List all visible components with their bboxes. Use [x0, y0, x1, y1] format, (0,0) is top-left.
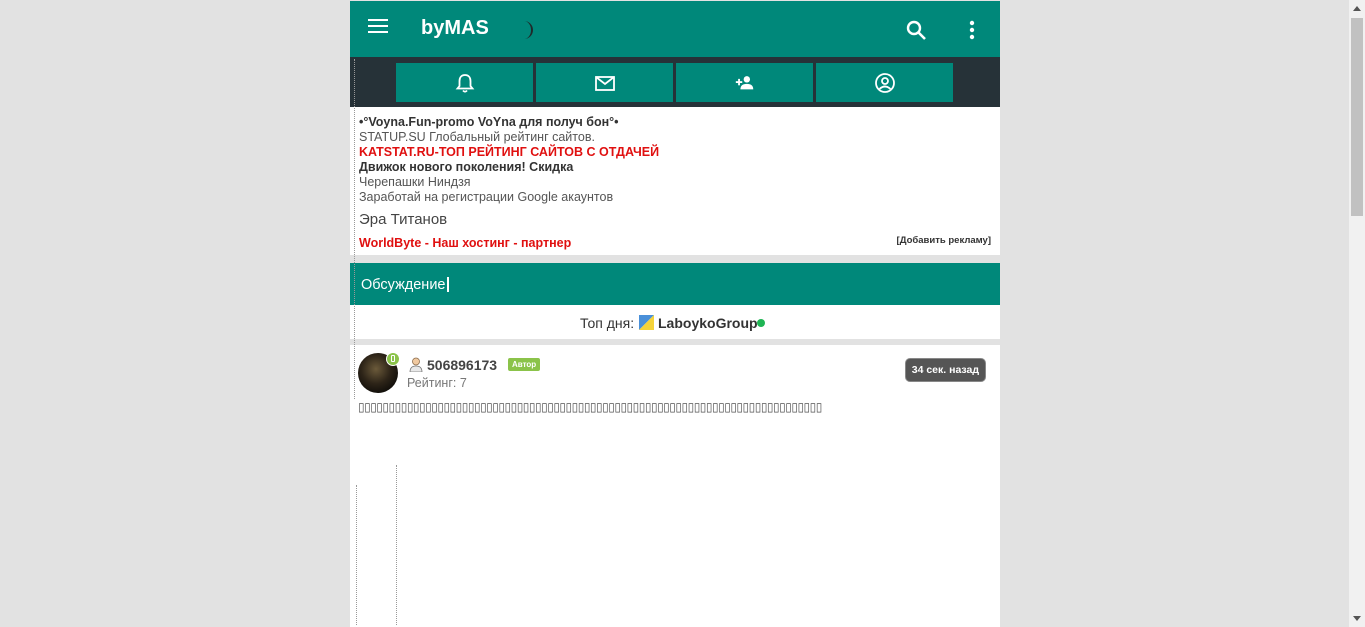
scrollbar[interactable] — [1349, 0, 1365, 627]
ad-link[interactable]: WorldByte - Наш хостинг - партнер — [359, 236, 571, 250]
scrollbar-thumb[interactable] — [1351, 18, 1363, 216]
username[interactable]: 506896173 — [427, 357, 497, 373]
ad-link[interactable]: Черепашки Ниндзя — [359, 175, 471, 189]
discussion-header: Обсуждение — [350, 263, 1000, 305]
ad-link[interactable]: •°Voyna.Fun-promo VoYna для получ бон°• — [359, 115, 619, 129]
text-cursor — [447, 277, 449, 292]
dotted-line — [354, 59, 355, 399]
top-of-day: Топ дня: LaboykoGroup — [350, 305, 1000, 340]
ad-link[interactable]: STATUP.SU Глобальный рейтинг сайтов. — [359, 130, 595, 144]
scroll-up-arrow[interactable] — [1353, 6, 1361, 11]
dotted-line — [396, 465, 397, 625]
post-time: 34 сек. назад — [904, 358, 986, 382]
ads-block: •°Voyna.Fun-promo VoYna для получ бон°• … — [350, 107, 1000, 255]
friends-button[interactable] — [676, 63, 813, 102]
author-badge: Автор — [508, 358, 541, 371]
divider — [350, 255, 1000, 263]
online-dot — [757, 319, 765, 327]
menu-icon[interactable] — [368, 19, 388, 39]
notifications-button[interactable] — [396, 63, 533, 102]
post-text: ▯▯▯▯▯▯▯▯▯▯▯▯▯▯▯▯▯▯▯▯▯▯▯▯▯▯▯▯▯▯▯▯▯▯▯▯▯▯▯▯… — [358, 400, 822, 414]
scroll-down-arrow[interactable] — [1353, 616, 1361, 621]
add-friend-icon — [735, 75, 753, 89]
group-flag-icon — [639, 315, 654, 330]
search-icon[interactable] — [905, 19, 927, 41]
messages-button[interactable] — [536, 63, 673, 102]
nav-bar — [350, 57, 1000, 107]
site-logo[interactable]: byMAS — [421, 17, 489, 40]
account-button[interactable] — [816, 63, 953, 102]
more-vert-icon[interactable] — [963, 19, 981, 41]
mobile-icon — [386, 352, 400, 366]
discussion-title: Обсуждение — [361, 277, 446, 293]
user-icon — [409, 357, 423, 372]
app-container: byMAS •°Voyna.Fun-promo VoYna для получ … — [350, 1, 1000, 627]
add-ad-link[interactable]: [Добавить рекламу] — [897, 235, 991, 246]
ad-link[interactable]: Движок нового поколения! Скидка — [359, 160, 573, 174]
bell-icon — [455, 73, 474, 93]
account-icon — [874, 72, 895, 93]
top-bar: byMAS — [350, 1, 1000, 57]
top-day-name[interactable]: LaboykoGroup — [658, 315, 758, 331]
dotted-line — [356, 485, 357, 625]
top-day-label: Топ дня: — [580, 315, 635, 331]
post-card: 506896173 Автор Рейтинг: 7 34 сек. назад… — [350, 345, 1000, 627]
user-rating: Рейтинг: 7 — [407, 376, 467, 390]
moon-icon[interactable] — [516, 20, 536, 40]
ad-link[interactable]: KATSTAT.RU-ТОП РЕЙТИНГ САЙТОВ С ОТДАЧЕЙ — [359, 145, 659, 159]
mail-icon — [594, 75, 615, 91]
ad-link[interactable]: Эра Титанов — [359, 211, 447, 228]
ad-link[interactable]: Заработай на регистрации Google акаунтов — [359, 190, 613, 204]
